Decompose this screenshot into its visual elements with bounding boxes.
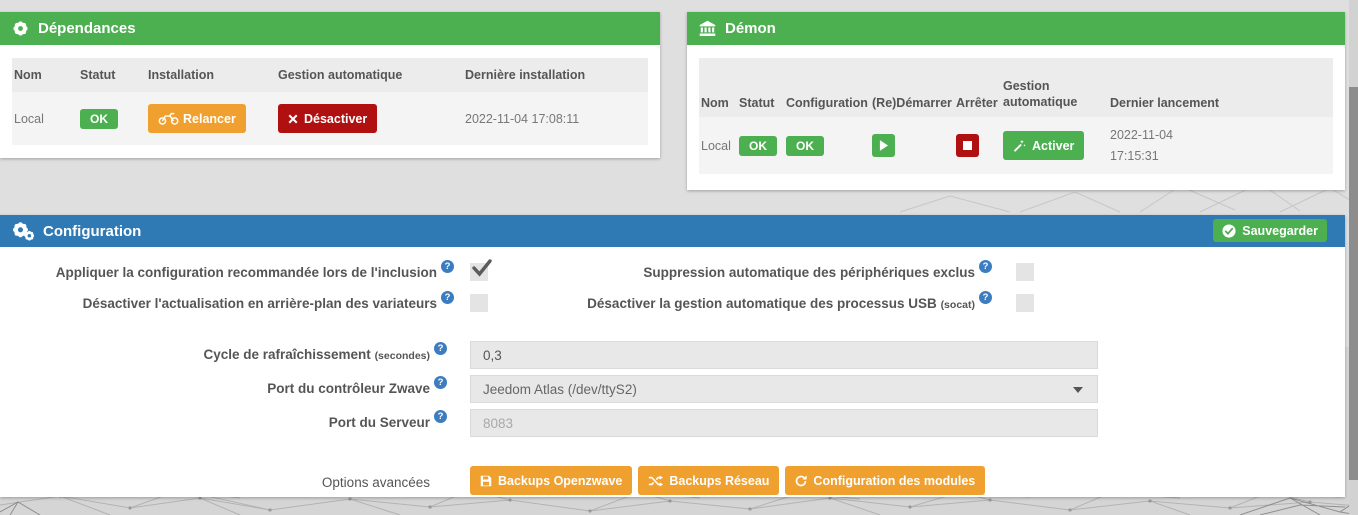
module-configuration-button[interactable]: Configuration des modules <box>785 466 986 495</box>
auto-management-cell: Activer <box>1003 117 1110 174</box>
col-header: Statut <box>80 68 116 82</box>
backups-network-button[interactable]: Backups Réseau <box>638 466 780 495</box>
stop-icon <box>963 141 972 150</box>
col-header: Installation <box>148 68 214 82</box>
zwave-plugin-config-page: Dépendances Nom Statut Installation Gest… <box>0 0 1358 515</box>
col-header: Arrêter <box>956 96 998 110</box>
zwave-port-select[interactable]: Jeedom Atlas (/dev/ttyS2) <box>470 375 1098 403</box>
question-circle-icon[interactable]: ? <box>434 342 447 355</box>
auto-management-cell: Désactiver <box>278 92 465 145</box>
start-daemon-button[interactable] <box>872 134 895 157</box>
table-header-row: Nom Statut Installation Gestion automati… <box>12 58 648 92</box>
field-label: Options avancées <box>321 475 430 490</box>
restart-cell <box>872 117 956 174</box>
status-cell: OK <box>739 117 786 174</box>
dependencies-panel: Dépendances Nom Statut Installation Gest… <box>0 12 660 158</box>
dependency-name: Local <box>14 111 44 126</box>
refresh-cycle-input[interactable] <box>470 341 1098 369</box>
question-circle-icon[interactable]: ? <box>441 260 454 273</box>
daemon-name: Local <box>701 138 731 153</box>
panel-title: Démon <box>725 20 776 37</box>
status-badge: OK <box>786 135 824 156</box>
relaunch-dependencies-button[interactable]: Relancer <box>148 104 246 133</box>
table-header-row: Nom Statut Configuration (Re)Démarrer Ar… <box>699 58 1333 117</box>
field-label: Port du contrôleur Zwave <box>267 381 430 396</box>
question-circle-icon[interactable]: ? <box>434 410 447 423</box>
daemon-header: Démon <box>687 12 1345 45</box>
field-label: Suppression automatique des périphérique… <box>643 265 975 280</box>
last-launch-date: 2022-11-04 17:15:31 <box>1110 127 1174 163</box>
table-row: Local OK OK Activer 2022-11-04 17:15:31 <box>699 117 1333 174</box>
installation-cell: Relancer <box>148 92 278 145</box>
field-label: Port du Serveur <box>328 415 430 430</box>
save-button[interactable]: Sauvegarder <box>1213 219 1327 242</box>
dependencies-header: Dépendances <box>0 12 660 45</box>
status-badge: OK <box>739 135 777 156</box>
question-circle-icon[interactable]: ? <box>434 376 447 389</box>
configuration-status-cell: OK <box>786 117 872 174</box>
stop-daemon-button[interactable] <box>956 134 979 157</box>
enable-auto-management-button[interactable]: Activer <box>1003 131 1085 160</box>
question-circle-icon[interactable]: ? <box>979 291 992 304</box>
checkbox-apply-recommended-config[interactable] <box>470 259 492 281</box>
stop-cell <box>956 117 1003 174</box>
check-circle-icon <box>1222 223 1236 238</box>
col-header: Dernier lancement <box>1110 96 1220 110</box>
scrollbar-thumb[interactable] <box>1349 87 1358 480</box>
panel-title: Configuration <box>43 222 142 240</box>
backups-openzwave-button[interactable]: Backups Openzwave <box>470 466 633 495</box>
magic-wand-icon <box>1013 139 1026 152</box>
status-badge: OK <box>80 108 118 129</box>
selected-option: Jeedom Atlas (/dev/ttyS2) <box>483 381 637 397</box>
x-icon <box>288 114 298 124</box>
status-cell: OK <box>80 92 148 145</box>
daemon-panel: Démon Nom Statut Configuration (Re)Démar… <box>687 12 1345 190</box>
cog-icon <box>12 20 29 37</box>
col-header: (Re)Démarrer <box>872 96 952 110</box>
col-header: Nom <box>701 96 729 110</box>
disable-auto-management-button[interactable]: Désactiver <box>278 104 378 133</box>
server-port-input[interactable] <box>470 409 1098 437</box>
configuration-panel: Configuration Sauvegarder Appliquer la c… <box>0 215 1345 497</box>
table-row: Local OK Relancer Désactiver 2022-11-04 … <box>12 92 648 145</box>
col-header: Gestion automatique <box>278 68 403 82</box>
checkbox-auto-remove-excluded-devices[interactable] <box>1016 263 1034 281</box>
configuration-header: Configuration Sauvegarder <box>0 215 1345 247</box>
bank-icon <box>699 20 716 37</box>
field-label: Cycle de rafraîchissement (secondes) <box>203 347 430 362</box>
dependencies-table: Nom Statut Installation Gestion automati… <box>12 58 648 145</box>
question-circle-icon[interactable]: ? <box>441 291 454 304</box>
daemon-table: Nom Statut Configuration (Re)Démarrer Ar… <box>699 58 1333 174</box>
motorcycle-icon <box>158 112 179 125</box>
floppy-icon <box>480 475 492 487</box>
scrollbar[interactable] <box>1349 0 1358 515</box>
checkbox-disable-usb-process-management[interactable] <box>1016 294 1034 312</box>
panel-title: Dépendances <box>38 20 136 37</box>
col-header: Nom <box>14 68 42 82</box>
col-header: Gestion automatique <box>1003 78 1078 109</box>
shuffle-icon <box>648 475 664 487</box>
field-label: Désactiver l'actualisation en arrière-pl… <box>82 296 437 311</box>
field-label: Appliquer la configuration recommandée l… <box>55 265 437 280</box>
field-label: Désactiver la gestion automatique des pr… <box>587 296 975 311</box>
col-header: Configuration <box>786 96 868 110</box>
last-install-date: 2022-11-04 17:08:11 <box>465 111 580 126</box>
checkbox-disable-dimmer-background-refresh[interactable] <box>470 294 488 312</box>
col-header: Statut <box>739 96 775 110</box>
col-header: Dernière installation <box>465 68 586 82</box>
advanced-buttons: Backups Openzwave Backups Réseau Configu… <box>470 466 986 495</box>
question-circle-icon[interactable]: ? <box>979 260 992 273</box>
play-icon <box>879 140 888 151</box>
refresh-icon <box>795 474 808 487</box>
cogs-icon <box>12 221 34 241</box>
caret-down-icon <box>1073 387 1083 393</box>
